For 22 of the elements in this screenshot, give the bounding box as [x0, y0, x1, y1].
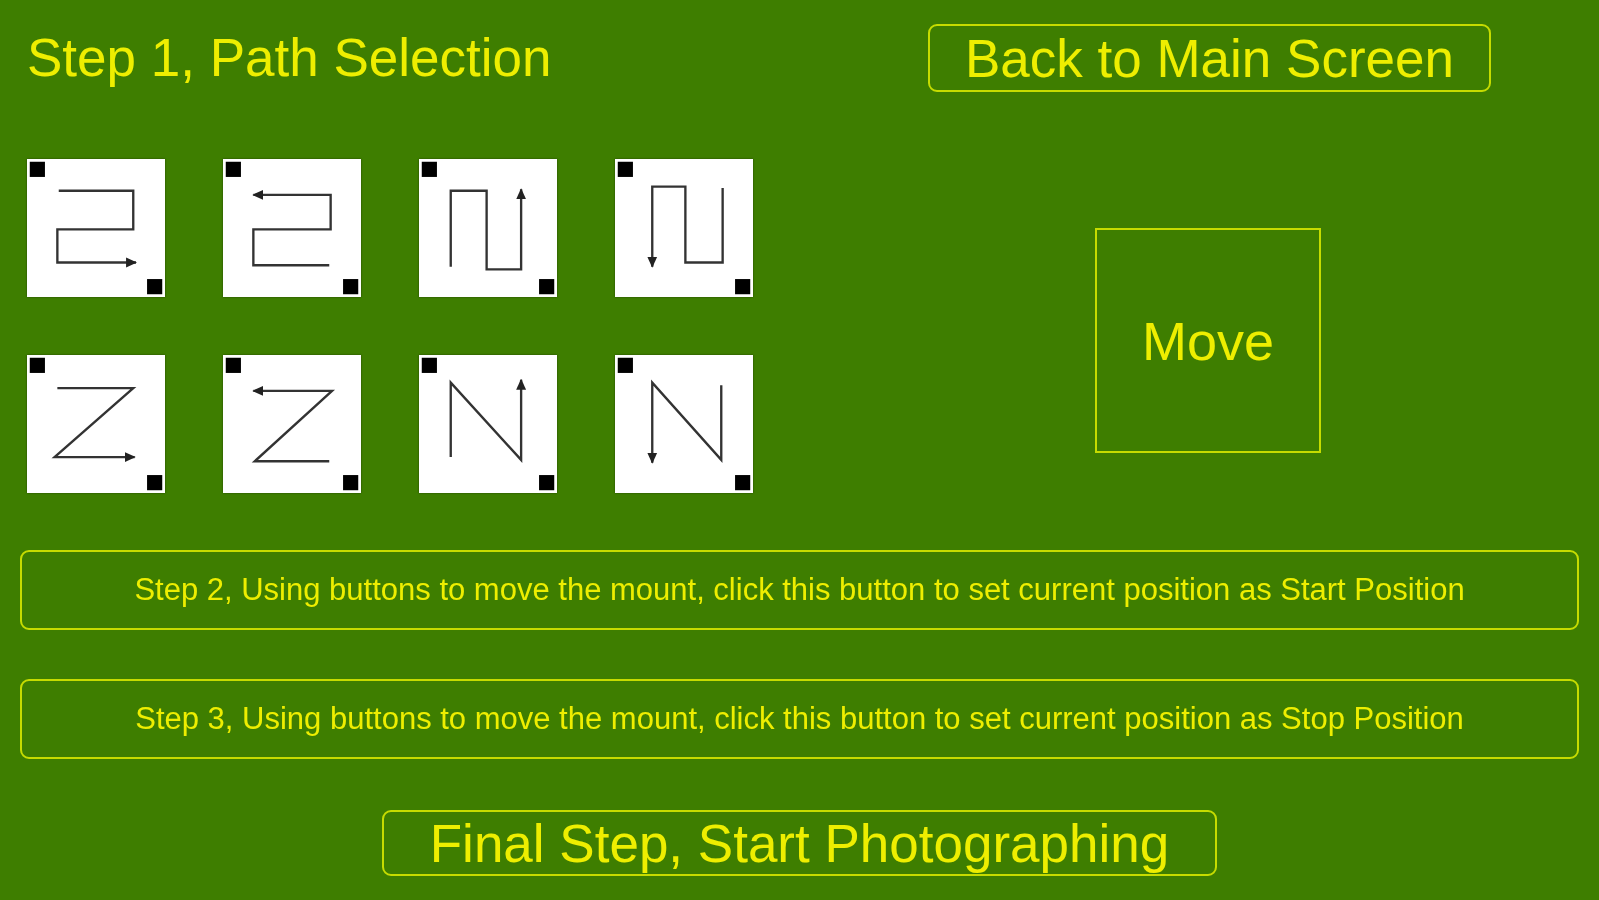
path-option-button[interactable] — [223, 159, 361, 297]
zigzag-path-arrow-icon — [615, 355, 753, 493]
step-button[interactable]: Step 2, Using buttons to move the mount, click this button to set current position as Start Position — [20, 550, 1579, 630]
move-button[interactable]: Move — [1095, 228, 1321, 453]
snake-path-arrow-icon — [223, 159, 361, 297]
step-button[interactable]: Step 3, Using buttons to move the mount, click this button to set current position as Stop Position — [20, 679, 1579, 759]
zigzag-path-arrow-icon — [223, 355, 361, 493]
start-photographing-button[interactable]: Final Step, Start Photographing — [382, 810, 1217, 876]
back-button[interactable]: Back to Main Screen — [928, 24, 1491, 92]
zigzag-path-arrow-icon — [419, 355, 557, 493]
path-option-button[interactable] — [419, 159, 557, 297]
snake-path-arrow-icon — [419, 159, 557, 297]
screen-title: Step 1, Path Selection — [27, 28, 552, 88]
path-option-button[interactable] — [223, 355, 361, 493]
snake-path-arrow-icon — [27, 159, 165, 297]
path-option-button[interactable] — [27, 355, 165, 493]
snake-path-arrow-icon — [615, 159, 753, 297]
path-option-button[interactable] — [27, 159, 165, 297]
path-option-button[interactable] — [615, 355, 753, 493]
path-option-button[interactable] — [615, 159, 753, 297]
zigzag-path-arrow-icon — [27, 355, 165, 493]
path-option-button[interactable] — [419, 355, 557, 493]
